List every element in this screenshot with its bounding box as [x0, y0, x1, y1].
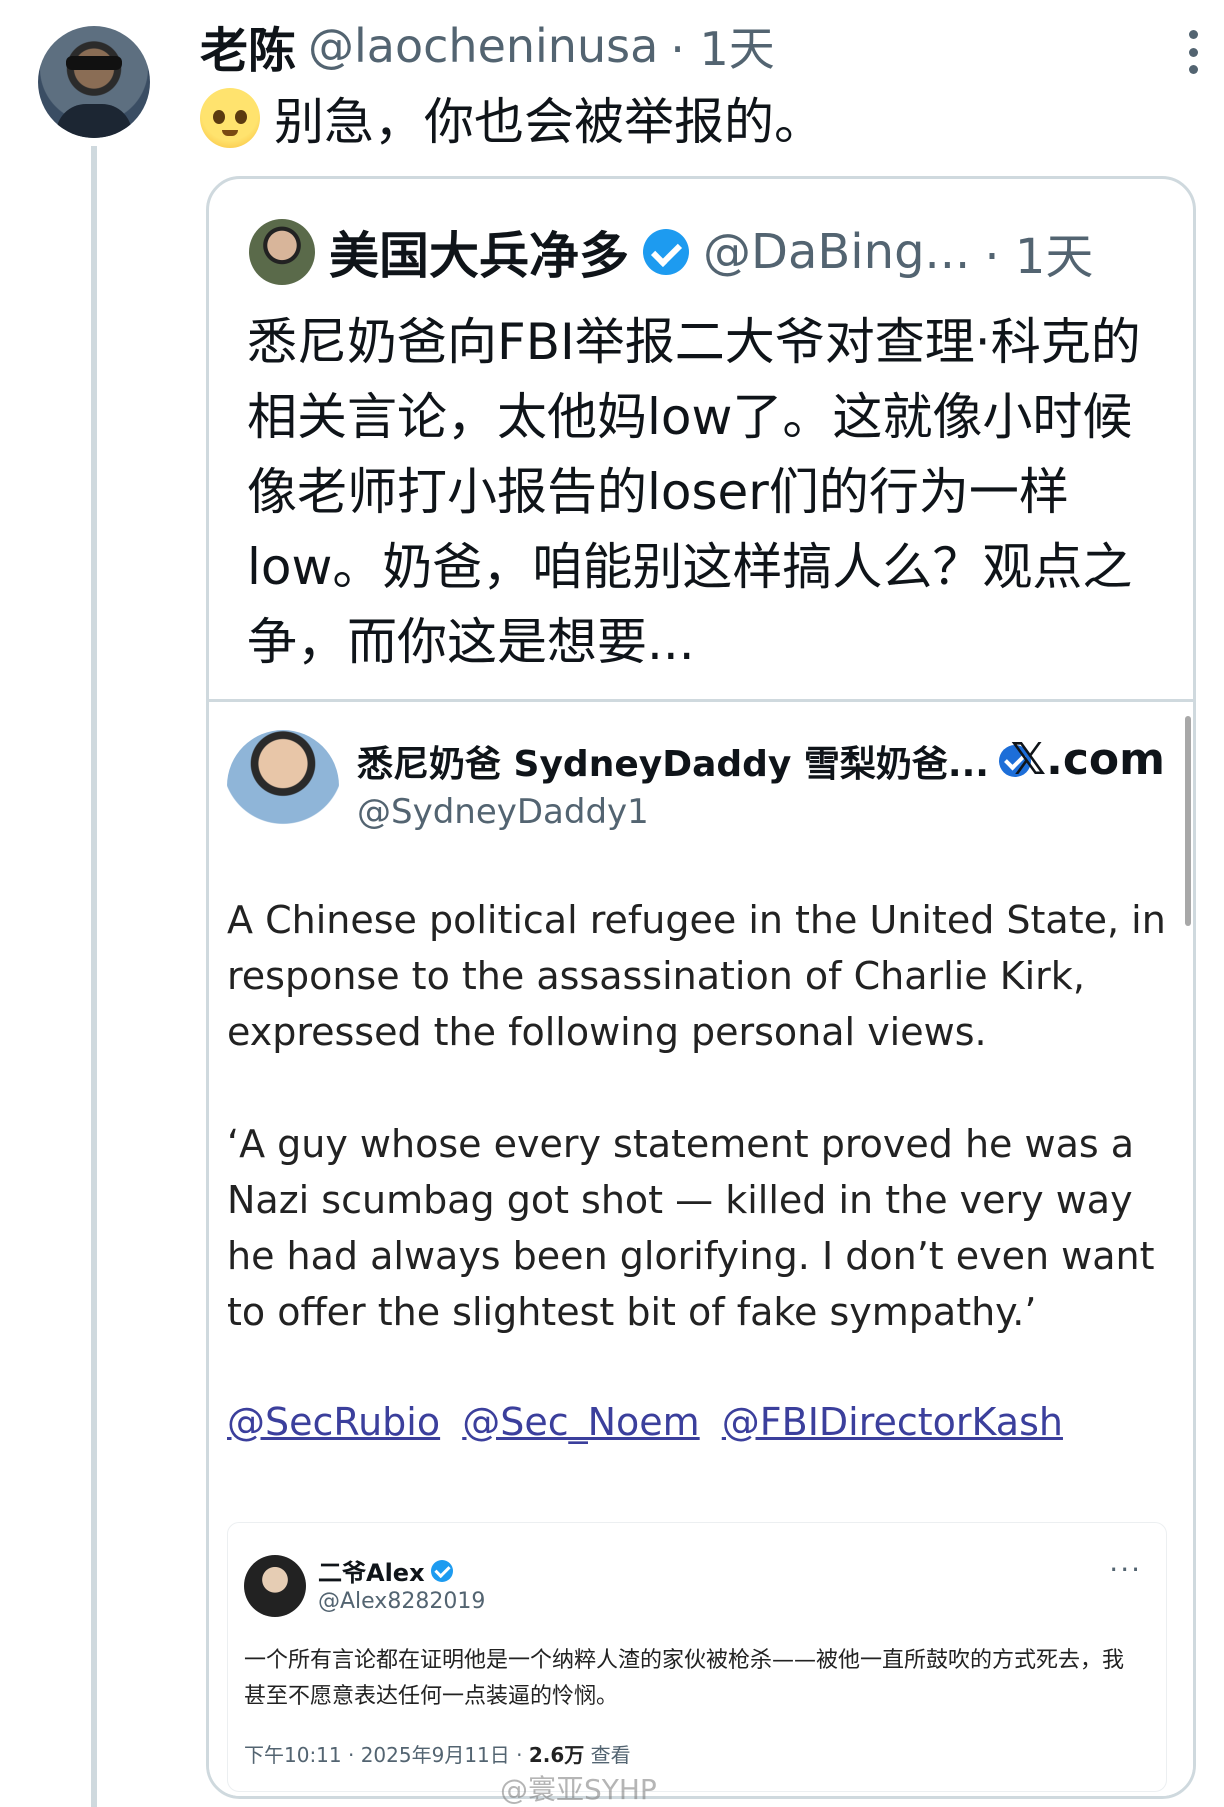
- teary-smile-emoji-icon: [200, 88, 260, 148]
- mention-link[interactable]: @SecRubio: [227, 1400, 440, 1444]
- quoted-author-name[interactable]: 美国大兵净多: [329, 216, 629, 288]
- embedded-paragraph-1: A Chinese political refugee in the Unite…: [227, 898, 1166, 1054]
- inner-tweet-views: 2.6万: [528, 1743, 585, 1767]
- embedded-mentions: @SecRubio @Sec_Noem @FBIDirectorKash: [227, 1400, 1073, 1444]
- quoted-tweet-card[interactable]: 美国大兵净多 @DaBing... · 1天 悉尼奶爸向FBI举报二大爷对查理·…: [206, 176, 1196, 1799]
- tweet-header: 老陈 @laocheninusa · 1天: [200, 13, 775, 79]
- inner-tweet-meta: 下午10:11 · 2025年9月11日 · 2.6万 查看: [244, 1739, 631, 1768]
- author-avatar[interactable]: [38, 26, 150, 138]
- embedded-screenshot[interactable]: 悉尼奶爸 SydneyDaddy 雪梨奶爸... 𝕏.com @SydneyDa…: [209, 699, 1193, 1796]
- quoted-author-avatar[interactable]: [249, 219, 315, 285]
- x-logo-source: 𝕏.com: [1010, 734, 1165, 785]
- inner-author-name: 二爷Alex: [318, 1559, 425, 1587]
- inner-tweet-time: 下午10:11 · 2025年9月11日 ·: [244, 1743, 529, 1767]
- tweet-time[interactable]: · 1天: [670, 13, 775, 79]
- more-options-icon[interactable]: [1186, 30, 1200, 74]
- watermark: @寰亚SYHP: [500, 1773, 657, 1806]
- embedded-author-handle: @SydneyDaddy1: [357, 792, 649, 832]
- inner-more-icon: ···: [1109, 1553, 1142, 1586]
- tweet-text-content: 别急，你也会被举报的。: [274, 93, 824, 151]
- quoted-tweet-time[interactable]: · 1天: [984, 217, 1093, 287]
- verified-badge-icon: [430, 1559, 453, 1582]
- inner-screenshot-tweet: 二爷Alex @Alex8282019 ··· 一个所有言论都在证明他是一个纳粹…: [227, 1522, 1167, 1792]
- thread-line: [91, 146, 97, 1807]
- quoted-tweet-text: 悉尼奶爸向FBI举报二大爷对查理·科克的相关言论，太他妈low了。这就像小时候像…: [247, 313, 1141, 671]
- embedded-author-name: 悉尼奶爸 SydneyDaddy 雪梨奶爸...: [357, 744, 989, 785]
- mention-link[interactable]: @Sec_Noem: [462, 1400, 699, 1444]
- scrollbar[interactable]: [1185, 716, 1191, 926]
- embedded-author-avatar: [227, 730, 339, 842]
- inner-author-handle: @Alex8282019: [318, 1589, 486, 1614]
- quoted-tweet-header: 美国大兵净多 @DaBing... · 1天: [249, 217, 1093, 287]
- inner-author-avatar: [244, 1555, 306, 1617]
- embedded-paragraph-2: ‘A guy whose every statement proved he w…: [227, 1122, 1155, 1334]
- verified-badge-icon: [643, 229, 689, 275]
- quoted-author-handle[interactable]: @DaBing...: [703, 224, 970, 280]
- mention-link[interactable]: @FBIDirectorKash: [722, 1400, 1063, 1444]
- author-handle[interactable]: @laocheninusa: [308, 19, 658, 73]
- inner-tweet-text: 一个所有言论都在证明他是一个纳粹人渣的家伙被枪杀——被他一直所鼓吹的方式死去，我…: [244, 1648, 1125, 1709]
- embedded-tweet-text: A Chinese political refugee in the Unite…: [227, 892, 1167, 1396]
- inner-name-row: 二爷Alex: [318, 1553, 453, 1588]
- tweet-text: 别急，你也会被举报的。: [200, 86, 824, 151]
- author-name[interactable]: 老陈: [200, 11, 296, 81]
- embedded-name-row: 悉尼奶爸 SydneyDaddy 雪梨奶爸...: [357, 736, 1031, 786]
- inner-tweet-views-label: 查看: [584, 1743, 631, 1767]
